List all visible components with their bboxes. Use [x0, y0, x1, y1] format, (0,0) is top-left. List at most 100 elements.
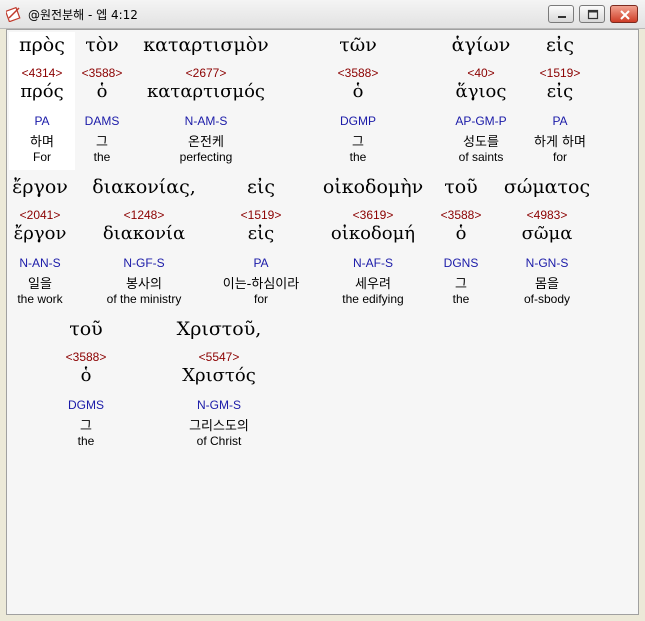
greek-word: πρὸς — [19, 34, 65, 56]
strong-number: <5547> — [198, 350, 240, 364]
strong-number: <2677> — [185, 66, 227, 80]
korean-gloss: 봉사의 — [126, 277, 162, 292]
parsing-code: DAMS — [84, 114, 120, 128]
greek-word: τὸν — [85, 34, 119, 56]
korean-gloss: 몸을 — [535, 277, 559, 292]
word-block[interactable]: πρὸς <4314> πρός PA 하며 For — [9, 32, 75, 170]
greek-word: εἰς — [546, 34, 574, 56]
lemma: διακονία — [102, 223, 186, 244]
strong-number: <2041> — [19, 208, 61, 222]
english-gloss: the — [452, 292, 470, 306]
app-icon — [4, 6, 22, 23]
greek-word: τῶν — [339, 34, 377, 56]
korean-gloss: 온전케 — [188, 135, 224, 150]
strong-number: <1519> — [240, 208, 282, 222]
word-block[interactable]: σώματος <4983> σῶμα N-GN-S 몸을 of-sbody — [497, 174, 597, 312]
word-block[interactable]: τοῦ <3588> ὁ DGNS 그 the — [431, 174, 491, 312]
lemma: ὁ — [352, 81, 364, 102]
korean-gloss: 세우려 — [355, 277, 391, 292]
korean-gloss: 성도를 — [463, 135, 499, 150]
interlinear-view: πρὸς <4314> πρός PA 하며 For τὸν <3588> ὁ … — [6, 29, 639, 615]
korean-gloss: 그 — [455, 277, 467, 292]
parsing-code: N-GN-S — [525, 256, 569, 270]
parsing-code: N-GM-S — [197, 398, 241, 412]
lemma: ὁ — [96, 81, 108, 102]
word-block[interactable]: εἰς <1519> εἰς PA 이는-하심이라 for — [207, 174, 315, 312]
word-block[interactable]: καταρτισμὸν <2677> καταρτισμός N-AM-S 온전… — [139, 32, 273, 170]
strong-number: <3588> — [440, 208, 482, 222]
strong-number: <4314> — [21, 66, 63, 80]
strong-number: <4983> — [526, 208, 568, 222]
greek-word: διακονίας, — [92, 176, 196, 198]
word-block[interactable]: διακονίας, <1248> διακονία N-GF-S 봉사의 of… — [85, 174, 203, 312]
english-gloss: of Christ — [196, 434, 242, 448]
greek-word: Χριστοῦ, — [176, 318, 262, 340]
greek-word: καταρτισμὸν — [143, 34, 269, 56]
english-gloss: the work — [17, 292, 63, 306]
parsing-code: PA — [34, 114, 50, 128]
word-block[interactable]: τῶν <3588> ὁ DGMP 그 the — [325, 32, 391, 170]
english-gloss: For — [33, 150, 51, 164]
parsing-code: DGMS — [68, 398, 104, 412]
lemma: ὁ — [80, 365, 92, 386]
english-gloss: for — [253, 292, 268, 306]
strong-number: <3588> — [337, 66, 379, 80]
parsing-code: AP-GM-P — [455, 114, 507, 128]
korean-gloss: 그 — [96, 135, 108, 150]
greek-word: εἰς — [247, 176, 275, 198]
parsing-code: PA — [253, 256, 269, 270]
minimize-button[interactable] — [548, 5, 574, 23]
word-block[interactable]: Χριστοῦ, <5547> Χριστός N-GM-S 그리스도의 of … — [163, 316, 275, 454]
parsing-code: N-GF-S — [123, 256, 165, 270]
lemma: σῶμα — [521, 223, 573, 244]
word-block[interactable]: οἰκοδομὴν <3619> οἰκοδομή N-AF-S 세우려 the… — [317, 174, 429, 312]
title-bar: @원전분해 - 엡 4:12 — [0, 0, 645, 29]
greek-word: τοῦ — [69, 318, 103, 340]
word-block[interactable]: τοῦ <3588> ὁ DGMS 그 the — [53, 316, 119, 454]
parsing-code: DGMP — [340, 114, 376, 128]
word-block[interactable]: τὸν <3588> ὁ DAMS 그 the — [69, 32, 135, 170]
english-gloss: of-sbody — [523, 292, 571, 306]
lemma: εἰς — [546, 81, 574, 102]
english-gloss: the — [349, 150, 367, 164]
strong-number: <40> — [467, 66, 495, 80]
maximize-button[interactable] — [579, 5, 605, 23]
greek-word: οἰκοδομὴν — [322, 176, 424, 198]
english-gloss: the — [77, 434, 95, 448]
parsing-code: DGNS — [443, 256, 479, 270]
parsing-code: N-AN-S — [19, 256, 61, 270]
strong-number: <3619> — [352, 208, 394, 222]
lemma: εἰς — [247, 223, 275, 244]
lemma: Χριστός — [182, 365, 256, 386]
korean-gloss: 그리스도의 — [189, 419, 249, 434]
greek-word: τοῦ — [444, 176, 478, 198]
lemma: οἰκοδομή — [330, 223, 416, 244]
strong-number: <1248> — [123, 208, 165, 222]
strong-number: <3588> — [81, 66, 123, 80]
strong-number: <1519> — [539, 66, 581, 80]
lemma: καταρτισμός — [146, 81, 266, 102]
english-gloss: the edifying — [342, 292, 404, 306]
korean-gloss: 그 — [80, 419, 92, 434]
korean-gloss: 하며 — [30, 135, 54, 150]
korean-gloss: 이는-하심이라 — [222, 277, 300, 292]
greek-word: σώματος — [503, 176, 591, 198]
window-title: @원전분해 - 엡 4:12 — [28, 8, 138, 22]
close-button[interactable] — [610, 5, 638, 23]
english-gloss: of the ministry — [106, 292, 182, 306]
english-gloss: the — [93, 150, 111, 164]
word-block[interactable]: εἰς <1519> εἰς PA 하게 하며 for — [521, 32, 599, 170]
greek-word: ἔργον — [12, 176, 68, 198]
parsing-code: N-AM-S — [184, 114, 228, 128]
english-gloss: of saints — [458, 150, 504, 164]
word-block[interactable]: ἔργον <2041> ἔργον N-AN-S 일을 the work — [7, 174, 73, 312]
word-block[interactable]: ἁγίων <40> ἅγιος AP-GM-P 성도를 of saints — [442, 32, 520, 170]
lemma: ὁ — [455, 223, 467, 244]
greek-word: ἁγίων — [451, 34, 511, 56]
parsing-code: PA — [552, 114, 568, 128]
korean-gloss: 그 — [352, 135, 364, 150]
english-gloss: perfecting — [179, 150, 233, 164]
lemma: πρός — [20, 81, 64, 102]
parsing-code: N-AF-S — [353, 256, 393, 270]
korean-gloss: 일을 — [28, 277, 52, 292]
